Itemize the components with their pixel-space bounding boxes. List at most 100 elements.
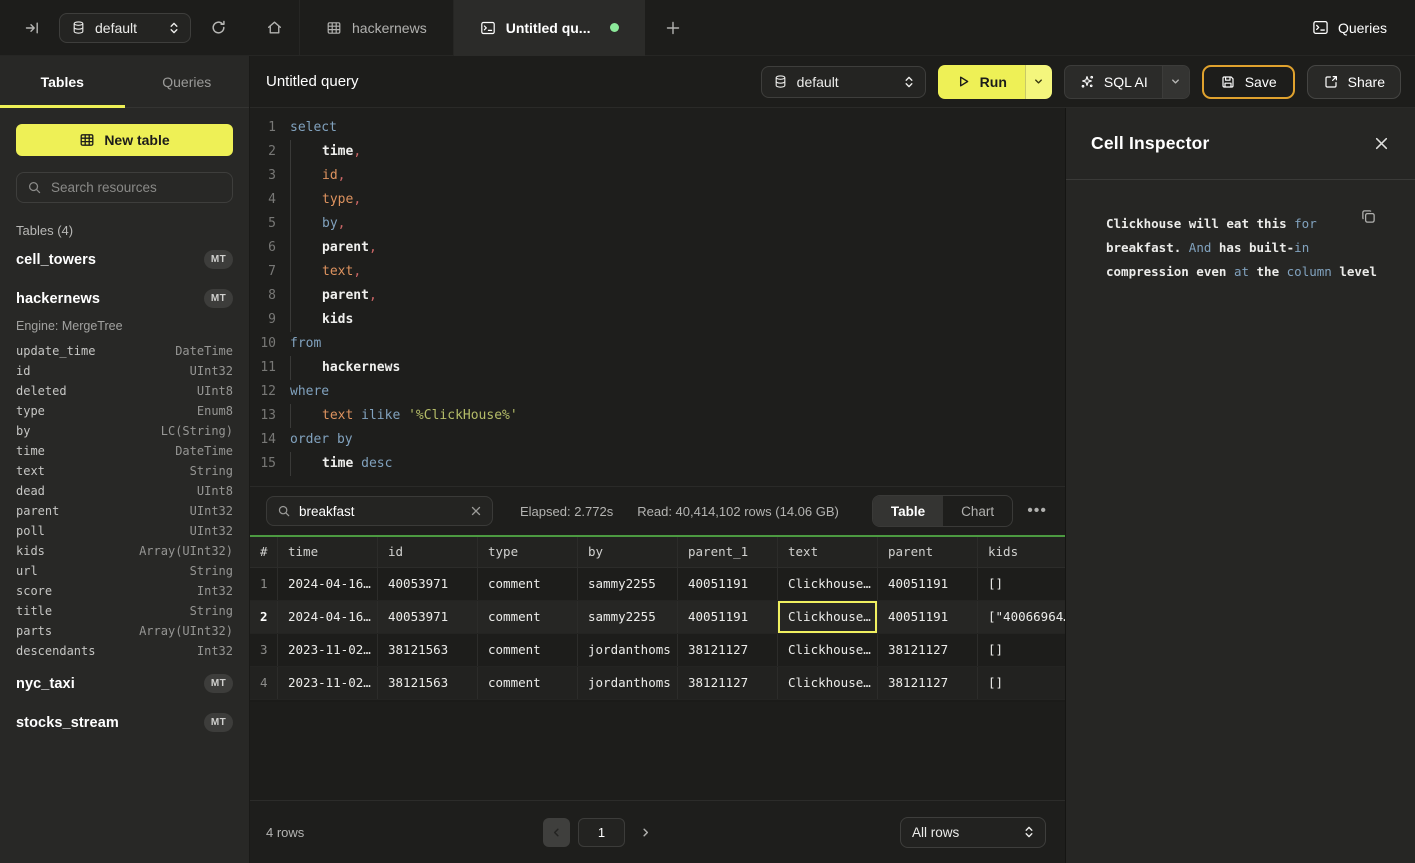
table-cell[interactable]: comment bbox=[478, 568, 578, 600]
refresh-icon[interactable] bbox=[210, 19, 227, 36]
editor-line[interactable]: 7text, bbox=[250, 260, 1065, 284]
column-header[interactable]: by bbox=[578, 537, 678, 567]
table-cell[interactable]: 2024-04-16… bbox=[278, 568, 378, 600]
new-tab-button[interactable] bbox=[651, 0, 695, 56]
table-cell[interactable]: ["40066964… bbox=[978, 601, 1065, 633]
query-database-select[interactable]: default bbox=[761, 66, 926, 98]
row-number-cell[interactable]: 2 bbox=[250, 601, 278, 633]
sql-ai-button[interactable]: SQL AI bbox=[1065, 66, 1162, 98]
sql-editor[interactable]: 1select2time,3id,4type,5by,6parent,7text… bbox=[250, 108, 1065, 487]
table-cell[interactable]: [] bbox=[978, 667, 1065, 699]
more-options-icon[interactable]: ••• bbox=[1027, 502, 1047, 520]
share-button[interactable]: Share bbox=[1307, 65, 1401, 99]
row-number-cell[interactable]: 4 bbox=[250, 667, 278, 699]
table-cell[interactable]: 2023-11-02… bbox=[278, 634, 378, 666]
table-cell[interactable]: 2023-11-02… bbox=[278, 667, 378, 699]
table-cell[interactable]: 38121127 bbox=[678, 667, 778, 699]
sidebar-table-item[interactable]: cell_towersMT bbox=[16, 243, 233, 276]
sidebar-column-row[interactable]: typeEnum8 bbox=[16, 401, 233, 421]
sidebar-column-row[interactable]: deadUInt8 bbox=[16, 481, 233, 501]
page-number-input[interactable] bbox=[578, 818, 625, 847]
table-cell[interactable]: 40051191 bbox=[878, 568, 978, 600]
table-cell[interactable]: 40051191 bbox=[678, 601, 778, 633]
table-row[interactable]: 22024-04-16…40053971commentsammy22554005… bbox=[250, 601, 1065, 634]
table-cell[interactable]: 38121563 bbox=[378, 634, 478, 666]
next-page-button[interactable] bbox=[640, 827, 651, 838]
save-button[interactable]: Save bbox=[1202, 65, 1295, 99]
table-cell[interactable]: Clickhouse… bbox=[778, 667, 878, 699]
sidebar-table-item[interactable]: stocks_streamMT bbox=[16, 706, 233, 739]
table-cell[interactable]: 2024-04-16… bbox=[278, 601, 378, 633]
sidebar-column-row[interactable]: kidsArray(UInt32) bbox=[16, 541, 233, 561]
table-row[interactable]: 32023-11-02…38121563commentjordanthoms38… bbox=[250, 634, 1065, 667]
editor-line[interactable]: 15time desc bbox=[250, 452, 1065, 476]
new-table-button[interactable]: New table bbox=[16, 124, 233, 156]
sidebar-column-row[interactable]: pollUInt32 bbox=[16, 521, 233, 541]
table-cell[interactable]: 38121127 bbox=[878, 667, 978, 699]
table-cell[interactable]: sammy2255 bbox=[578, 568, 678, 600]
row-number-cell[interactable]: 3 bbox=[250, 634, 278, 666]
tab-hackernews[interactable]: hackernews bbox=[300, 0, 454, 56]
table-cell[interactable]: 40053971 bbox=[378, 568, 478, 600]
editor-line[interactable]: 1select bbox=[250, 116, 1065, 140]
view-table-button[interactable]: Table bbox=[873, 496, 943, 526]
editor-line[interactable]: 5by, bbox=[250, 212, 1065, 236]
editor-line[interactable]: 6parent, bbox=[250, 236, 1065, 260]
results-search[interactable] bbox=[266, 496, 493, 526]
table-cell[interactable]: 40053971 bbox=[378, 601, 478, 633]
sidebar-column-row[interactable]: idUInt32 bbox=[16, 361, 233, 381]
editor-line[interactable]: 9kids bbox=[250, 308, 1065, 332]
table-cell[interactable]: jordanthoms bbox=[578, 667, 678, 699]
results-search-input[interactable] bbox=[299, 504, 449, 519]
column-header[interactable]: kids bbox=[978, 537, 1065, 567]
sidebar-table-item[interactable]: hackernewsMT bbox=[16, 282, 233, 315]
sidebar-tab-queries[interactable]: Queries bbox=[125, 56, 250, 107]
sidebar-column-row[interactable]: descendantsInt32 bbox=[16, 641, 233, 661]
column-header[interactable]: # bbox=[250, 537, 278, 567]
table-cell[interactable]: 40051191 bbox=[678, 568, 778, 600]
editor-line[interactable]: 2time, bbox=[250, 140, 1065, 164]
column-header[interactable]: time bbox=[278, 537, 378, 567]
editor-line[interactable]: 13text ilike '%ClickHouse%' bbox=[250, 404, 1065, 428]
table-cell[interactable]: [] bbox=[978, 634, 1065, 666]
sidebar-column-row[interactable]: timeDateTime bbox=[16, 441, 233, 461]
sidebar-column-row[interactable]: update_timeDateTime bbox=[16, 341, 233, 361]
table-cell[interactable]: Clickhouse… bbox=[778, 634, 878, 666]
column-header[interactable]: parent bbox=[878, 537, 978, 567]
column-header[interactable]: parent_1 bbox=[678, 537, 778, 567]
sidebar-column-row[interactable]: textString bbox=[16, 461, 233, 481]
sidebar-search[interactable] bbox=[16, 172, 233, 203]
editor-line[interactable]: 3id, bbox=[250, 164, 1065, 188]
editor-line[interactable]: 14order by bbox=[250, 428, 1065, 452]
table-cell[interactable]: [] bbox=[978, 568, 1065, 600]
editor-line[interactable]: 4type, bbox=[250, 188, 1065, 212]
column-header[interactable]: type bbox=[478, 537, 578, 567]
table-cell[interactable]: jordanthoms bbox=[578, 634, 678, 666]
search-resources-input[interactable] bbox=[51, 180, 211, 195]
sidebar-tab-tables[interactable]: Tables bbox=[0, 56, 125, 107]
sidebar-column-row[interactable]: titleString bbox=[16, 601, 233, 621]
tab-untitled-query[interactable]: Untitled qu... bbox=[454, 0, 646, 56]
table-row[interactable]: 12024-04-16…40053971commentsammy22554005… bbox=[250, 568, 1065, 601]
queries-button[interactable]: Queries bbox=[1312, 19, 1387, 36]
copy-icon[interactable] bbox=[1360, 208, 1377, 225]
table-cell[interactable]: comment bbox=[478, 634, 578, 666]
clear-icon[interactable] bbox=[470, 505, 482, 517]
sidebar-column-row[interactable]: urlString bbox=[16, 561, 233, 581]
editor-line[interactable]: 8parent, bbox=[250, 284, 1065, 308]
editor-line[interactable]: 11hackernews bbox=[250, 356, 1065, 380]
sidebar-column-row[interactable]: partsArray(UInt32) bbox=[16, 621, 233, 641]
table-cell[interactable]: Clickhouse… bbox=[778, 601, 878, 633]
table-cell[interactable]: 38121127 bbox=[678, 634, 778, 666]
page-size-select[interactable]: All rows bbox=[900, 817, 1046, 848]
tab-home[interactable] bbox=[250, 0, 300, 56]
prev-page-button[interactable] bbox=[543, 818, 570, 847]
column-header[interactable]: id bbox=[378, 537, 478, 567]
sidebar-column-row[interactable]: parentUInt32 bbox=[16, 501, 233, 521]
close-icon[interactable] bbox=[1374, 136, 1389, 151]
table-cell[interactable]: Clickhouse… bbox=[778, 568, 878, 600]
table-cell[interactable]: comment bbox=[478, 667, 578, 699]
table-cell[interactable]: sammy2255 bbox=[578, 601, 678, 633]
sidebar-column-row[interactable]: byLC(String) bbox=[16, 421, 233, 441]
view-chart-button[interactable]: Chart bbox=[943, 496, 1012, 526]
